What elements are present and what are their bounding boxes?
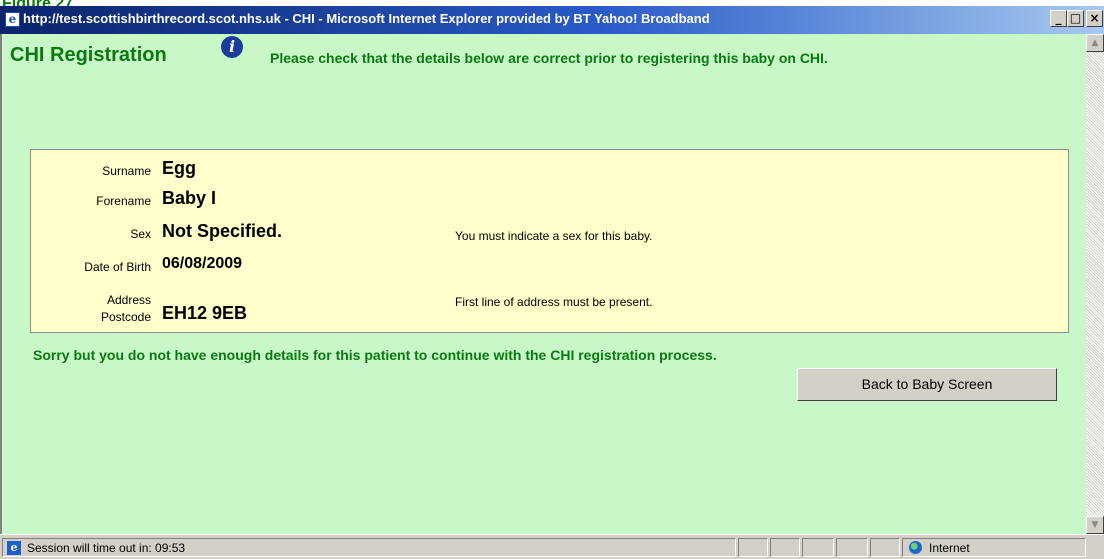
date-of-birth-value: 06/08/2009 — [162, 255, 243, 272]
security-zone-cell: Internet — [902, 538, 1086, 557]
status-segment — [836, 538, 868, 557]
sex-label: Sex — [130, 227, 151, 241]
sex-value: Not Specified. — [162, 221, 283, 241]
ie-page-icon: e — [7, 541, 21, 555]
vertical-scrollbar[interactable]: ▲ ▼ — [1086, 34, 1104, 534]
forename-value: Baby I — [162, 188, 217, 208]
address-label: Address — [106, 293, 151, 307]
surname-value: Egg — [162, 158, 196, 178]
insufficient-details-message: Sorry but you do not have enough details… — [33, 347, 717, 363]
scroll-up-button[interactable]: ▲ — [1086, 34, 1104, 52]
close-button[interactable]: × — [1086, 10, 1103, 27]
back-to-baby-screen-button[interactable]: Back to Baby Screen — [797, 368, 1057, 401]
info-icon[interactable]: i — [221, 36, 243, 58]
check-details-message: Please check that the details below are … — [270, 50, 828, 66]
security-zone-label: Internet — [929, 541, 970, 555]
surname-label: Surname — [102, 164, 151, 178]
ie-page-icon: e — [5, 12, 20, 27]
date-of-birth-label: Date of Birth — [84, 260, 151, 274]
window-titlebar[interactable]: e http://test.scottishbirthrecord.scot.n… — [0, 6, 1104, 34]
session-timeout-text: Session will time out in: 09:53 — [27, 541, 186, 555]
page-title: CHI Registration — [10, 44, 167, 66]
status-segment — [738, 538, 768, 557]
address-error-message: First line of address must be present. — [455, 295, 653, 309]
maximize-button[interactable]: □ — [1067, 10, 1084, 27]
scroll-down-button[interactable]: ▼ — [1086, 516, 1104, 534]
status-segment — [870, 538, 900, 557]
window-title: http://test.scottishbirthrecord.scot.nhs… — [23, 11, 710, 26]
status-segment — [802, 538, 834, 557]
status-message-cell: e Session will time out in: 09:53 — [2, 538, 736, 557]
sex-error-message: You must indicate a sex for this baby. — [455, 229, 653, 243]
postcode-label: Postcode — [100, 310, 151, 324]
status-segment — [770, 538, 800, 557]
globe-icon — [909, 541, 922, 554]
minimize-button[interactable]: _ — [1050, 10, 1067, 27]
status-bar: e Session will time out in: 09:53 Intern… — [0, 534, 1104, 559]
patient-details-panel: Surname Egg Forename Baby I Sex Not Spec… — [30, 149, 1069, 333]
postcode-value: EH12 9EB — [162, 303, 248, 323]
forename-label: Forename — [96, 194, 151, 208]
